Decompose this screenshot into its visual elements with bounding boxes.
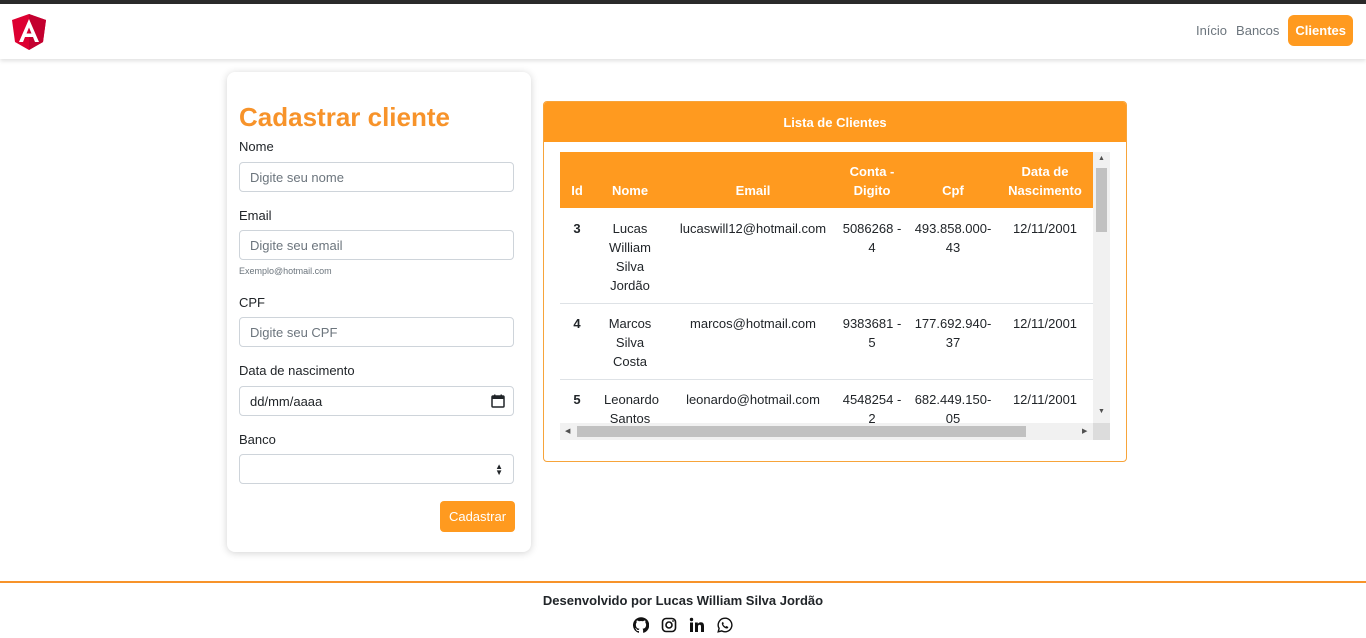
cell-email: lucaswill12@hotmail.com: [679, 221, 827, 236]
nascimento-date-placeholder: dd/mm/aaaa: [250, 394, 323, 409]
table-header-row: Id Nome Email Conta - Digito Cpf Data de…: [560, 152, 1093, 208]
nascimento-date-input[interactable]: dd/mm/aaaa: [239, 386, 514, 416]
calendar-icon[interactable]: [491, 394, 505, 408]
cell-nome: Lucas William Silva Jordão: [609, 221, 651, 293]
cell-email: marcos@hotmail.com: [690, 316, 816, 331]
vertical-scrollbar[interactable]: ▲ ▼: [1093, 152, 1110, 423]
cell-cpf: 682.449.150-05: [914, 392, 992, 423]
instagram-icon[interactable]: [661, 617, 677, 633]
angular-logo-icon[interactable]: [12, 14, 46, 50]
column-header-nome: Nome: [611, 183, 649, 198]
client-list-title: Lista de Clientes: [544, 102, 1126, 142]
cpf-input[interactable]: Digite seu CPF: [239, 317, 514, 347]
cell-nascimento: 12/11/2001: [1012, 316, 1078, 331]
table-row: 3 Lucas William Silva Jordão lucaswill12…: [560, 208, 1093, 304]
select-arrows-icon: ▲ ▼: [495, 462, 503, 477]
table-row: 5 Leonardo Santos leonardo@hotmail.com 4…: [560, 380, 1093, 423]
cell-nome: Marcos Silva Costa: [608, 316, 652, 369]
linkedin-icon[interactable]: [689, 617, 705, 633]
cadastrar-button[interactable]: Cadastrar: [440, 501, 515, 532]
social-links: [632, 617, 733, 633]
scrollbar-corner: [1093, 423, 1110, 440]
footer: Desenvolvido por Lucas William Silva Jor…: [0, 581, 1366, 633]
nascimento-label: Data de nascimento: [239, 363, 355, 378]
cell-nome: Leonardo Santos: [604, 392, 659, 423]
whatsapp-icon[interactable]: [717, 617, 733, 633]
email-input[interactable]: Digite seu email: [239, 230, 514, 260]
banco-label: Banco: [239, 432, 276, 447]
vertical-scroll-thumb[interactable]: [1096, 168, 1107, 232]
client-list-card: Lista de Clientes Id Nome Email Conta - …: [543, 101, 1127, 462]
column-header-email: Email: [735, 183, 771, 198]
scroll-up-arrow-icon[interactable]: ▲: [1098, 155, 1105, 162]
column-header-cpf: Cpf: [942, 183, 964, 198]
cell-nascimento: 12/11/2001: [1012, 221, 1078, 236]
nav-link-bancos[interactable]: Bancos: [1233, 15, 1282, 46]
cell-cpf: 177.692.940-37: [914, 316, 992, 350]
banco-select[interactable]: ▲ ▼: [239, 454, 514, 484]
scroll-right-arrow-icon[interactable]: ▶: [1082, 427, 1087, 435]
cpf-label: CPF: [239, 295, 265, 310]
nav-links: Início Bancos Clientes: [1190, 15, 1353, 46]
column-header-id: Id: [571, 183, 583, 198]
nome-label: Nome: [239, 139, 274, 154]
footer-credit: Desenvolvido por Lucas William Silva Jor…: [542, 593, 824, 608]
cell-id: 3: [573, 221, 581, 236]
email-label: Email: [239, 208, 272, 223]
nav-link-inicio[interactable]: Início: [1193, 15, 1230, 46]
scroll-down-arrow-icon[interactable]: ▼: [1098, 408, 1105, 415]
cell-email: leonardo@hotmail.com: [686, 392, 820, 407]
github-icon[interactable]: [632, 617, 650, 633]
email-hint: Exemplo@hotmail.com: [239, 266, 332, 276]
nav-link-clientes[interactable]: Clientes: [1288, 15, 1353, 46]
cell-conta: 9383681 - 5: [842, 316, 902, 350]
horizontal-scroll-thumb[interactable]: [577, 426, 1026, 437]
navbar: Início Bancos Clientes: [0, 4, 1366, 59]
cell-id: 4: [573, 316, 581, 331]
register-client-form: Cadastrar cliente Nome Digite seu nome E…: [227, 72, 531, 552]
client-table-scroll-area[interactable]: Id Nome Email Conta - Digito Cpf Data de…: [560, 152, 1110, 440]
table-row: 4 Marcos Silva Costa marcos@hotmail.com …: [560, 304, 1093, 380]
scroll-left-arrow-icon[interactable]: ◀: [565, 427, 570, 435]
nome-input[interactable]: Digite seu nome: [239, 162, 514, 192]
cell-nascimento: 12/11/2001: [1012, 392, 1078, 407]
client-table: Id Nome Email Conta - Digito Cpf Data de…: [560, 152, 1093, 423]
cell-conta: 4548254 - 2: [842, 392, 902, 423]
form-title: Cadastrar cliente: [239, 102, 450, 132]
cell-conta: 5086268 - 4: [842, 221, 902, 255]
column-header-conta: Conta - Digito: [849, 164, 895, 198]
column-header-nascimento: Data de Nascimento: [1008, 164, 1082, 198]
cell-id: 5: [573, 392, 581, 407]
horizontal-scrollbar[interactable]: ◀ ▶: [560, 423, 1093, 440]
cell-cpf: 493.858.000-43: [914, 221, 992, 255]
